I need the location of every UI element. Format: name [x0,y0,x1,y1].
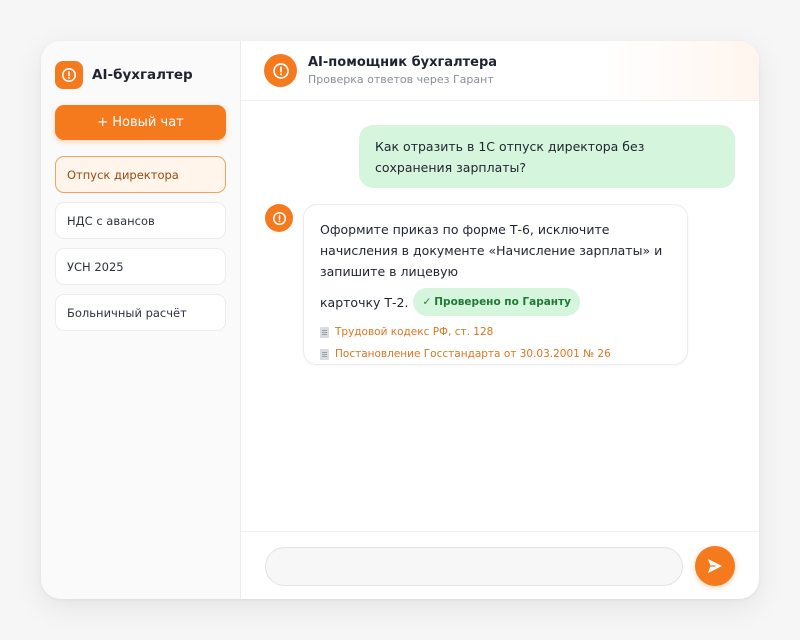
assistant-message: Оформите приказ по форме Т-6, исключите … [303,204,688,365]
source-label: Постановление Госстандарта от 30.03.2001… [335,348,611,360]
source-link[interactable]: Трудовой кодекс РФ, ст. 128 [320,326,671,338]
user-message: Как отразить в 1С отпуск директора без с… [359,125,735,188]
composer [241,531,759,599]
message-input[interactable] [265,547,683,586]
alert-circle-icon [55,61,83,89]
chat-item-vacation[interactable]: Отпуск директора [55,156,226,193]
chat-list: Отпуск директора НДС с авансов УСН 2025 … [55,156,226,340]
new-chat-button[interactable]: + Новый чат [55,105,226,140]
alert-circle-icon [264,54,297,87]
verified-badge: ✓ Проверено по Гаранту [413,288,580,316]
document-icon [320,348,329,360]
brand-title: AI-бухгалтер [92,67,193,83]
assistant-message-text-end: карточку Т-2. [320,294,409,310]
chat-item-sick-leave[interactable]: Больничный расчёт [55,294,226,331]
chat-panel: AI-помощник бухгалтера Проверка ответов … [241,41,759,599]
verified-label: Проверено по Гаранту [434,296,571,308]
alert-circle-icon [265,204,293,232]
sidebar: AI-бухгалтер + Новый чат Отпуск директор… [41,41,241,599]
page-subtitle: Проверка ответов через Гарант [308,73,494,86]
check-icon: ✓ [422,296,432,308]
app-window: AI-бухгалтер + Новый чат Отпуск директор… [41,41,759,599]
source-label: Трудовой кодекс РФ, ст. 128 [335,326,494,338]
assistant-message-text: Оформите приказ по форме Т-6, исключите … [320,222,663,279]
chat-item-vat[interactable]: НДС с авансов [55,202,226,239]
message-list: Как отразить в 1С отпуск директора без с… [241,101,759,531]
chat-header: AI-помощник бухгалтера Проверка ответов … [241,41,759,101]
send-button[interactable] [695,546,735,586]
document-icon [320,326,329,338]
chat-item-usn[interactable]: УСН 2025 [55,248,226,285]
send-icon [708,559,722,573]
brand: AI-бухгалтер [55,61,193,89]
page-title: AI-помощник бухгалтера [308,55,498,70]
source-link[interactable]: Постановление Госстандарта от 30.03.2001… [320,348,671,360]
